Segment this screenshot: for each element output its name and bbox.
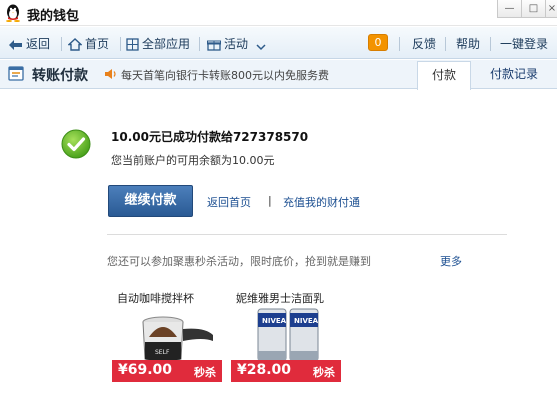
- minimize-button[interactable]: —: [497, 0, 522, 18]
- flash-sale-tag: 秒杀: [313, 366, 335, 379]
- product-price: ¥28.00: [237, 362, 292, 378]
- back-label: 返回: [26, 37, 51, 51]
- success-check-icon: [61, 129, 91, 159]
- title-bar: 我的钱包 — □ ×: [0, 0, 557, 26]
- flash-sale-promo-text: 您还可以参加聚惠秒杀活动，限时底价，抢到就是赚到: [107, 255, 371, 268]
- back-home-link[interactable]: 返回首页: [207, 194, 251, 210]
- more-link[interactable]: 更多: [440, 253, 462, 269]
- home-button[interactable]: 首页: [68, 35, 109, 53]
- apps-grid-icon: [126, 38, 139, 51]
- section-divider: [107, 234, 507, 235]
- svg-text:SELF: SELF: [155, 349, 170, 356]
- link-separator: |: [268, 194, 272, 207]
- nav-divider: [490, 37, 491, 51]
- activity-menu[interactable]: 活动: [207, 35, 269, 53]
- notification-badge[interactable]: 0: [368, 34, 388, 51]
- face-wash-image: NIVEA NIVEA: [257, 308, 319, 362]
- page-header: 转账付款 每天首笔向银行卡转账800元以内免服务费 付款 付款记录: [0, 60, 557, 90]
- close-button[interactable]: ×: [545, 0, 557, 18]
- nav-divider: [445, 37, 446, 51]
- nav-divider: [199, 37, 200, 51]
- window-title: 我的钱包: [27, 9, 80, 24]
- feedback-link[interactable]: 反馈: [412, 35, 436, 53]
- price-bar: ¥28.00 秒杀: [231, 360, 341, 382]
- product-name: 妮维雅男士洁面乳: [236, 292, 324, 305]
- payment-success-title: 10.00元已成功付款给727378570: [111, 130, 309, 144]
- coffee-mug-image: SELF: [142, 316, 213, 363]
- product-price: ¥69.00: [118, 362, 173, 378]
- all-apps-button[interactable]: 全部应用: [126, 35, 190, 53]
- activity-label: 活动: [224, 37, 249, 51]
- recharge-link[interactable]: 充值我的财付通: [283, 194, 360, 210]
- speaker-icon: [105, 69, 116, 79]
- qq-penguin-icon: [6, 4, 20, 22]
- help-link[interactable]: 帮助: [456, 35, 480, 53]
- all-apps-label: 全部应用: [142, 37, 191, 51]
- price-bar: ¥69.00 秒杀: [112, 360, 222, 382]
- maximize-button[interactable]: □: [521, 0, 546, 18]
- product-name: 自动咖啡搅拌杯: [117, 292, 194, 305]
- home-label: 首页: [85, 37, 110, 51]
- tab-payment[interactable]: 付款: [417, 61, 471, 90]
- back-arrow-icon: [9, 40, 22, 50]
- chevron-down-icon: [256, 44, 266, 51]
- balance-text: 您当前账户的可用余额为10.00元: [111, 154, 275, 167]
- promo-notice: 每天首笔向银行卡转账800元以内免服务费: [121, 69, 329, 82]
- nav-divider: [120, 37, 121, 51]
- svg-text:NIVEA: NIVEA: [294, 317, 319, 325]
- flash-sale-tag: 秒杀: [194, 366, 216, 379]
- transfer-icon: [8, 66, 24, 81]
- continue-payment-button[interactable]: 继续付款: [108, 185, 193, 217]
- page-title: 转账付款: [32, 68, 88, 84]
- nav-divider: [399, 37, 400, 51]
- svg-text:NIVEA: NIVEA: [262, 317, 287, 325]
- nav-divider: [61, 37, 62, 51]
- home-icon: [68, 38, 82, 51]
- back-button[interactable]: 返回: [8, 35, 50, 53]
- nav-bar: 返回 首页 全部应用 活动 反馈 帮助 一键登录: [0, 27, 557, 59]
- one-click-login-link[interactable]: 一键登录: [500, 35, 548, 53]
- tab-payment-records[interactable]: 付款记录: [480, 61, 548, 89]
- gift-icon: [207, 40, 221, 51]
